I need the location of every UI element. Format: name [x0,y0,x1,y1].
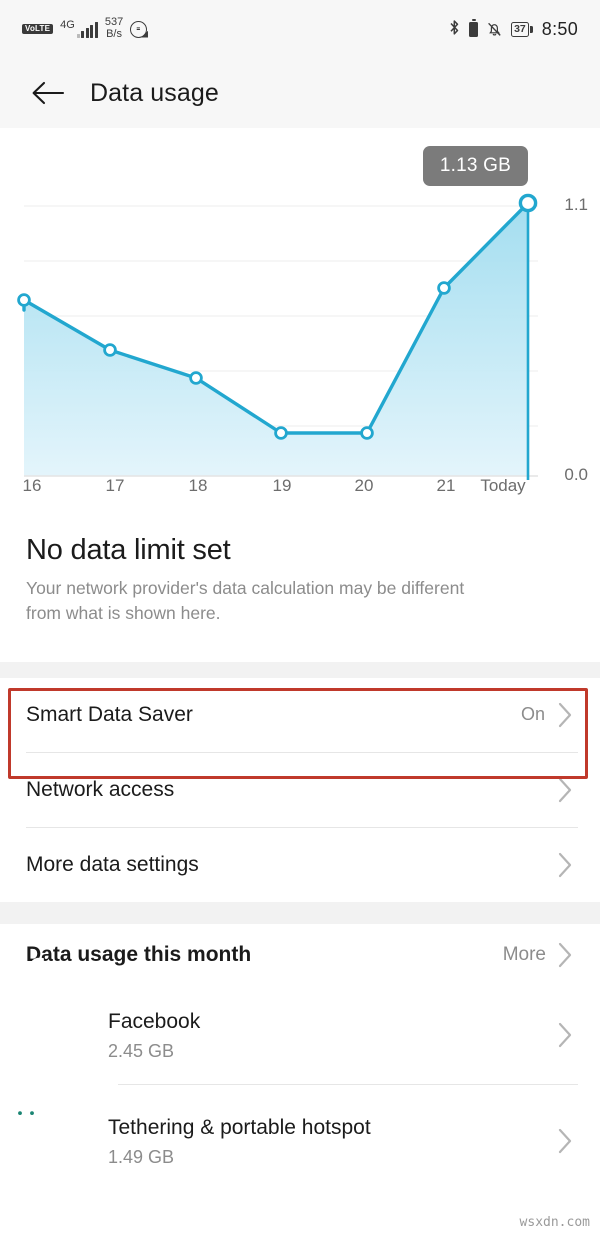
network-type-label: 4G [60,19,75,31]
sidebar-item-more-data-settings[interactable]: More data settings [0,828,600,902]
nfc-icon [130,20,148,38]
app-text: Tethering & portable hotspot 1.49 GB [108,1114,371,1168]
smart-data-saver-value: On [520,704,545,725]
section-divider-band [0,901,600,924]
data-speed-indicator: 537 B/s [105,17,123,40]
app-text: Facebook 2.45 GB [108,1008,200,1062]
app-name: Tethering & portable hotspot [108,1115,371,1139]
battery-percentage: 37 [511,21,533,37]
smart-data-saver-label: Smart Data Saver [26,702,193,726]
chevron-right-icon [557,701,574,729]
data-limit-subtitle: Your network provider's data calculation… [26,578,465,623]
app-bar: Data usage [0,58,600,128]
network-access-label: Network access [26,777,175,801]
x-axis-tick-2: 18 [188,476,208,495]
x-axis-tick-1: 17 [105,476,125,495]
section-divider-band [0,661,600,678]
status-bar-left: VoLTE 4G 537 B/s [22,17,148,40]
sidebar-item-network-access[interactable]: Network access [0,753,600,827]
battery-icon [469,19,479,37]
data-limit-block: No data limit set Your network provider'… [0,520,600,626]
volte-icon: VoLTE [22,23,54,35]
bluetooth-icon [449,19,460,39]
x-axis-tick-5: 21 [436,476,456,495]
settings-section: Smart Data Saver On Network access More … [0,677,600,902]
battery-nub-icon [530,25,533,33]
more-label[interactable]: More [503,944,546,966]
chart-plot [17,193,538,480]
list-item[interactable]: Tethering & portable hotspot 1.49 GB [0,1085,600,1197]
list-item[interactable]: f Facebook 2.45 GB [0,948,600,1084]
more-data-settings-label: More data settings [26,852,199,876]
back-arrow-icon[interactable] [28,73,68,113]
chevron-right-icon[interactable] [557,941,574,969]
facebook-icon: f [26,948,44,1006]
signal-strength-icon: 4G [60,20,98,38]
status-bar: VoLTE 4G 537 B/s 37 8:50 [0,0,600,58]
bell-muted-icon [487,21,502,37]
data-limit-title: No data limit set [26,534,231,566]
sidebar-item-smart-data-saver[interactable]: Smart Data Saver On [0,678,600,752]
app-name: Facebook [108,1009,201,1033]
this-month-title: Data usage this month [26,942,252,966]
x-axis-tick-4: 20 [354,476,374,495]
x-axis: 16 17 18 19 20 21 Today [0,476,600,510]
battery-percentage-value: 37 [511,21,529,37]
this-month-section: Data usage this month More f Facebook 2.… [0,923,600,1197]
x-axis-tick-6: Today [480,476,526,495]
app-size: 2.45 GB [108,1040,175,1061]
signal-bars-icon [76,22,98,38]
chevron-right-icon [557,1021,574,1049]
clock: 8:50 [541,18,578,39]
status-bar-right: 37 8:50 [449,19,578,40]
chevron-right-icon [557,776,574,804]
this-month-header: Data usage this month More [0,924,600,986]
chevron-right-icon [557,851,574,879]
android-tethering-icon [10,1101,84,1170]
data-speed-unit: B/s [106,28,122,40]
y-axis-label-max: 1.1 [564,195,588,214]
chevron-right-icon [557,1127,574,1155]
watermark: wsxdn.com [519,1215,590,1230]
data-usage-chart: 1.13 GB 1.1 0.0 16 17 18 19 20 21 Today [0,128,600,520]
x-axis-tick-0: 16 [22,476,42,495]
page-title: Data usage [90,78,219,107]
x-axis-tick-3: 19 [272,476,292,495]
app-size: 1.49 GB [108,1146,175,1167]
